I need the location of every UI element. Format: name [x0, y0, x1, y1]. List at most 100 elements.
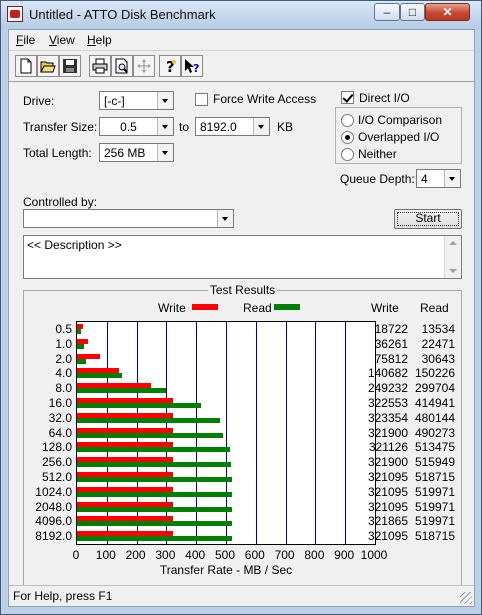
overlapped-io-radio[interactable]	[341, 131, 354, 144]
scroll-up-icon[interactable]	[449, 241, 457, 245]
client-area: File View Help ? ? Drive: [-c-] Force Wr…	[8, 29, 475, 607]
write-value: 321900	[367, 425, 408, 440]
description-scrollbar[interactable]	[444, 236, 461, 278]
direct-io-checkbox[interactable]	[341, 91, 354, 104]
total-length-select[interactable]: 256 MB	[99, 143, 174, 162]
read-value: 480144	[414, 410, 455, 425]
minimize-button[interactable]: –	[374, 3, 400, 21]
y-tick-label: 16.0	[48, 396, 72, 410]
overlapped-io-label: Overlapped I/O	[358, 130, 440, 144]
write-value: 75812	[374, 351, 408, 366]
io-comparison-label: I/O Comparison	[358, 113, 443, 127]
write-value: 140682	[367, 366, 408, 381]
legend-read-label: Read	[243, 301, 272, 315]
toolbar: ? ?	[9, 50, 474, 82]
help-icon[interactable]: ?	[159, 55, 181, 77]
read-value: 30643	[421, 351, 455, 366]
neither-radio[interactable]	[341, 148, 354, 161]
transfer-to-select[interactable]: 8192.0	[195, 117, 270, 136]
legend-write-swatch	[192, 304, 218, 310]
write-value: 18722	[374, 322, 408, 336]
write-value: 321126	[368, 440, 408, 455]
x-tick-label: 1000	[360, 548, 388, 562]
bar-read-0.5	[77, 329, 82, 334]
scroll-down-icon[interactable]	[449, 269, 457, 273]
app-icon	[7, 6, 23, 22]
read-value: 518715	[414, 529, 455, 544]
svg-text:?: ?	[193, 62, 199, 74]
print-icon[interactable]	[89, 55, 111, 77]
legend-read-swatch	[274, 304, 300, 310]
write-value: 321865	[367, 514, 408, 529]
app-window: Untitled - ATTO Disk Benchmark – □ ✕ Fil…	[0, 0, 482, 615]
gridline	[345, 322, 346, 544]
test-results-panel: Test Results Write Read Write Read 0.5 1.…	[23, 283, 462, 587]
status-text: For Help, press F1	[13, 589, 113, 603]
transfer-unit-label: KB	[277, 120, 294, 134]
gridline	[256, 322, 257, 544]
force-write-label: Force Write Access	[213, 92, 317, 106]
maximize-button[interactable]: □	[400, 3, 425, 21]
y-tick-label: 4.0	[55, 366, 72, 381]
y-tick-label: 256.0	[41, 455, 72, 470]
controlled-by-label: Controlled by:	[23, 195, 98, 209]
col-read-header: Read	[420, 301, 449, 315]
write-value: 321900	[367, 455, 408, 470]
read-value: 414941	[414, 396, 455, 410]
chevron-down-icon	[253, 118, 269, 135]
chevron-down-icon	[157, 118, 173, 135]
drive-select[interactable]: [-c-]	[99, 91, 174, 110]
read-value: 13534	[421, 322, 455, 336]
queue-depth-select[interactable]: 4	[416, 169, 461, 188]
menu-help[interactable]: Help	[87, 33, 112, 47]
transfer-from-value: 0.5	[120, 120, 137, 134]
x-axis-title: Transfer Rate - MB / Sec	[159, 563, 293, 577]
new-icon[interactable]	[15, 55, 37, 77]
resize-grip-icon[interactable]	[460, 592, 472, 604]
total-length-label: Total Length:	[23, 146, 92, 160]
menu-view[interactable]: View	[49, 33, 75, 47]
read-value: 515949	[414, 455, 455, 470]
transfer-from-select[interactable]: 0.5	[99, 117, 174, 136]
bar-read-1.0	[77, 343, 84, 349]
context-help-icon[interactable]: ?	[181, 55, 203, 77]
bar-read-2048.0	[77, 506, 232, 512]
y-tick-label: 4096.0	[35, 514, 72, 529]
start-button[interactable]: Start	[394, 209, 462, 229]
write-value: 249232	[367, 381, 408, 396]
write-value: 323354	[367, 410, 408, 425]
bar-read-8192.0	[77, 536, 232, 542]
chart-plot-area	[76, 321, 376, 545]
open-icon[interactable]	[37, 55, 59, 77]
write-value: 321095	[367, 499, 408, 514]
y-tick-label: 128.0	[41, 440, 72, 455]
description-box[interactable]: << Description >>	[23, 235, 462, 279]
y-tick-label: 64.0	[48, 425, 72, 440]
move-icon[interactable]	[133, 55, 155, 77]
controlled-by-select[interactable]	[23, 209, 234, 228]
y-tick-label: 0.5	[55, 322, 72, 336]
read-value: 490273	[414, 425, 455, 440]
io-comparison-radio[interactable]	[341, 114, 354, 127]
transfer-to-value: 8192.0	[200, 120, 237, 134]
write-value: 36261	[374, 336, 408, 351]
total-length-value: 256 MB	[104, 146, 146, 160]
close-button[interactable]: ✕	[425, 3, 470, 21]
bar-read-2.0	[77, 358, 87, 364]
drive-value: [-c-]	[104, 94, 125, 108]
menu-file[interactable]: File	[16, 33, 35, 47]
read-value: 299704	[414, 381, 455, 396]
y-tick-label: 32.0	[48, 410, 72, 425]
read-value: 513475	[414, 440, 455, 455]
force-write-checkbox[interactable]	[195, 93, 208, 106]
title-bar[interactable]: Untitled - ATTO Disk Benchmark – □ ✕	[1, 1, 481, 29]
bar-read-128.0	[77, 447, 231, 453]
bar-read-16.0	[77, 403, 201, 408]
bar-read-256.0	[77, 462, 231, 468]
bar-read-4096.0	[77, 521, 232, 527]
print-preview-icon[interactable]	[111, 55, 133, 77]
y-tick-label: 8192.0	[35, 529, 72, 544]
queue-depth-value: 4	[421, 172, 428, 186]
save-icon[interactable]	[59, 55, 81, 77]
chevron-down-icon	[157, 144, 173, 161]
